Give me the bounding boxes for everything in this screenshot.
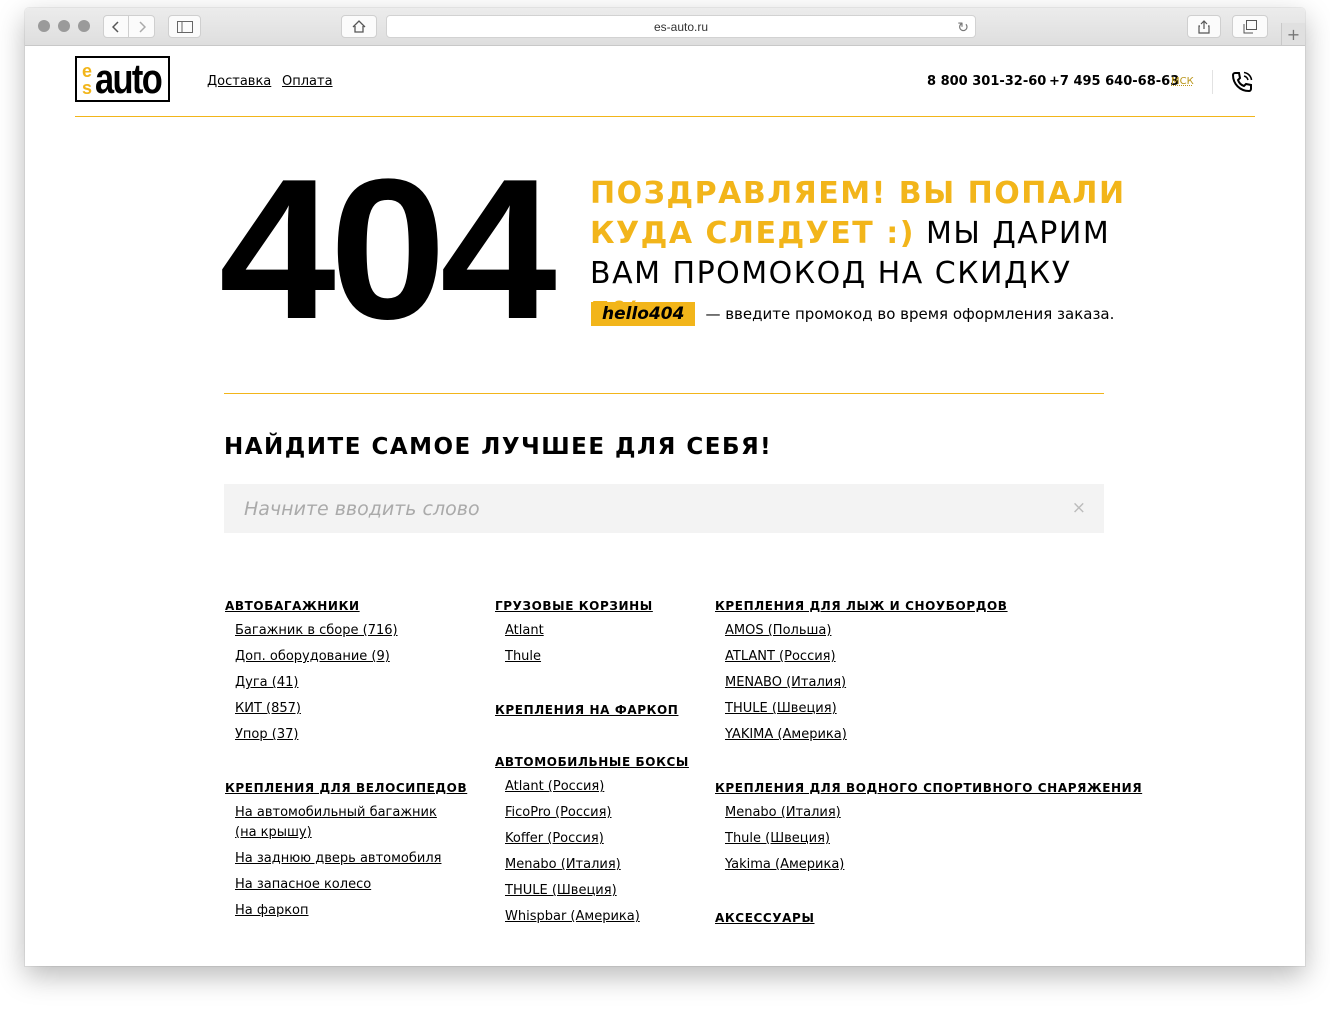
category-item[interactable]: Thule — [505, 647, 541, 667]
category-item[interactable]: На автомобильный багажник — [235, 803, 437, 823]
reload-icon[interactable]: ↻ — [957, 19, 969, 36]
url-text: es-auto.ru — [653, 19, 709, 34]
address-bar[interactable]: es-auto.ru ↻ — [386, 15, 976, 38]
category-item[interactable]: MENABO (Италия) — [725, 673, 846, 693]
category-item[interactable]: На заднюю дверь автомобиля — [235, 849, 441, 869]
category-item[interactable]: Atlant — [505, 621, 544, 641]
header-separator — [1212, 70, 1213, 94]
category-item[interactable]: Дуга (41) — [235, 673, 298, 693]
back-button[interactable] — [103, 15, 129, 38]
home-button[interactable] — [341, 15, 377, 38]
logo-word: auto — [95, 56, 163, 102]
category-bike-mounts[interactable]: КРЕПЛЕНИЯ ДЛЯ ВЕЛОСИПЕДОВ — [225, 781, 467, 795]
category-item[interactable]: FicoPro (Россия) — [505, 803, 612, 823]
category-roof-boxes[interactable]: АВТОМОБИЛЬНЫЕ БОКСЫ — [495, 755, 689, 769]
plus-icon: + — [1286, 24, 1301, 44]
category-item[interactable]: КИТ (857) — [235, 699, 301, 719]
nav-delivery-link[interactable]: Доставка — [207, 74, 271, 89]
sidebar-icon — [176, 20, 193, 33]
logo-letter-s: s — [82, 78, 93, 98]
phone-call-icon[interactable] — [1230, 70, 1254, 98]
share-button[interactable] — [1187, 15, 1221, 38]
forward-button[interactable] — [129, 15, 155, 38]
site-header: e s auto Доставка Оплата 8 800 301-32-60… — [75, 46, 1255, 117]
category-item[interactable]: Багажник в сборе (716) — [235, 621, 398, 641]
category-item[interactable]: Thule (Швеция) — [725, 829, 830, 849]
category-item[interactable]: THULE (Швеция) — [725, 699, 837, 719]
browser-toolbar: es-auto.ru ↻ + — [25, 8, 1305, 46]
promo-code-badge[interactable]: hello404 — [591, 302, 696, 326]
category-item[interactable]: (на крышу) — [235, 823, 312, 843]
category-item[interactable]: Atlant (Россия) — [505, 777, 604, 797]
category-item[interactable]: На фаркоп — [235, 901, 309, 921]
chevron-right-icon — [138, 20, 146, 33]
category-item[interactable]: На запасное колесо — [235, 875, 371, 895]
category-item[interactable]: Yakima (Америка) — [725, 855, 844, 875]
category-item[interactable]: YAKIMA (Америка) — [725, 725, 847, 745]
city-selector[interactable]: МСК — [1171, 76, 1194, 87]
search-box: × — [224, 484, 1104, 533]
chevron-left-icon — [112, 20, 119, 33]
search-section-title: НАЙДИТЕ САМОЕ ЛУЧШЕЕ ДЛЯ СЕБЯ! — [224, 434, 773, 460]
new-tab-button[interactable]: + — [1281, 23, 1305, 45]
category-cargo-baskets[interactable]: ГРУЗОВЫЕ КОРЗИНЫ — [495, 599, 653, 613]
sidebar-toggle-button[interactable] — [168, 15, 201, 38]
browser-window: es-auto.ru ↻ + e s auto Доставка Оплата … — [25, 8, 1305, 966]
tabs-icon — [1243, 19, 1257, 33]
category-item[interactable]: Menabo (Италия) — [505, 855, 621, 875]
category-item[interactable]: Упор (37) — [235, 725, 298, 745]
share-icon — [1198, 19, 1210, 34]
category-roof-racks[interactable]: АВТОБАГАЖНИКИ — [225, 599, 360, 613]
site-logo[interactable]: e s auto — [75, 56, 170, 102]
category-water-sport-mounts[interactable]: КРЕПЛЕНИЯ ДЛЯ ВОДНОГО СПОРТИВНОГО СНАРЯЖ… — [715, 781, 1142, 795]
search-input[interactable] — [224, 484, 1044, 533]
promo-code-line: hello404 — введите промокод во время офо… — [591, 302, 1114, 326]
home-icon — [352, 20, 366, 33]
web-page: e s auto Доставка Оплата 8 800 301-32-60… — [25, 46, 1305, 966]
category-ski-mounts[interactable]: КРЕПЛЕНИЯ ДЛЯ ЛЫЖ И СНОУБОРДОВ — [715, 599, 1008, 613]
tabs-button[interactable] — [1232, 15, 1268, 38]
phone-tollfree[interactable]: 8 800 301-32-60 — [927, 74, 1046, 89]
error-code: 404 — [219, 138, 557, 361]
section-divider — [224, 393, 1104, 394]
category-accessories[interactable]: АКСЕССУАРЫ — [715, 911, 814, 925]
promo-code-hint: — введите промокод во время оформления з… — [705, 305, 1115, 323]
category-item[interactable]: Доп. оборудование (9) — [235, 647, 390, 667]
clear-search-icon[interactable]: × — [1072, 498, 1086, 518]
category-towbar-mounts[interactable]: КРЕПЛЕНИЯ НА ФАРКОП — [495, 703, 678, 717]
phone-moscow[interactable]: +7 495 640-68-63 — [1049, 74, 1179, 89]
category-item[interactable]: Whispbar (Америка) — [505, 907, 640, 927]
zoom-window-icon[interactable] — [78, 20, 90, 32]
category-item[interactable]: THULE (Швеция) — [505, 881, 617, 901]
nav-payment-link[interactable]: Оплата — [282, 74, 333, 89]
category-item[interactable]: ATLANT (Россия) — [725, 647, 836, 667]
category-item[interactable]: Koffer (Россия) — [505, 829, 604, 849]
category-item[interactable]: AMOS (Польша) — [725, 621, 831, 641]
close-window-icon[interactable] — [38, 20, 50, 32]
category-item[interactable]: Menabo (Италия) — [725, 803, 841, 823]
minimize-window-icon[interactable] — [58, 20, 70, 32]
